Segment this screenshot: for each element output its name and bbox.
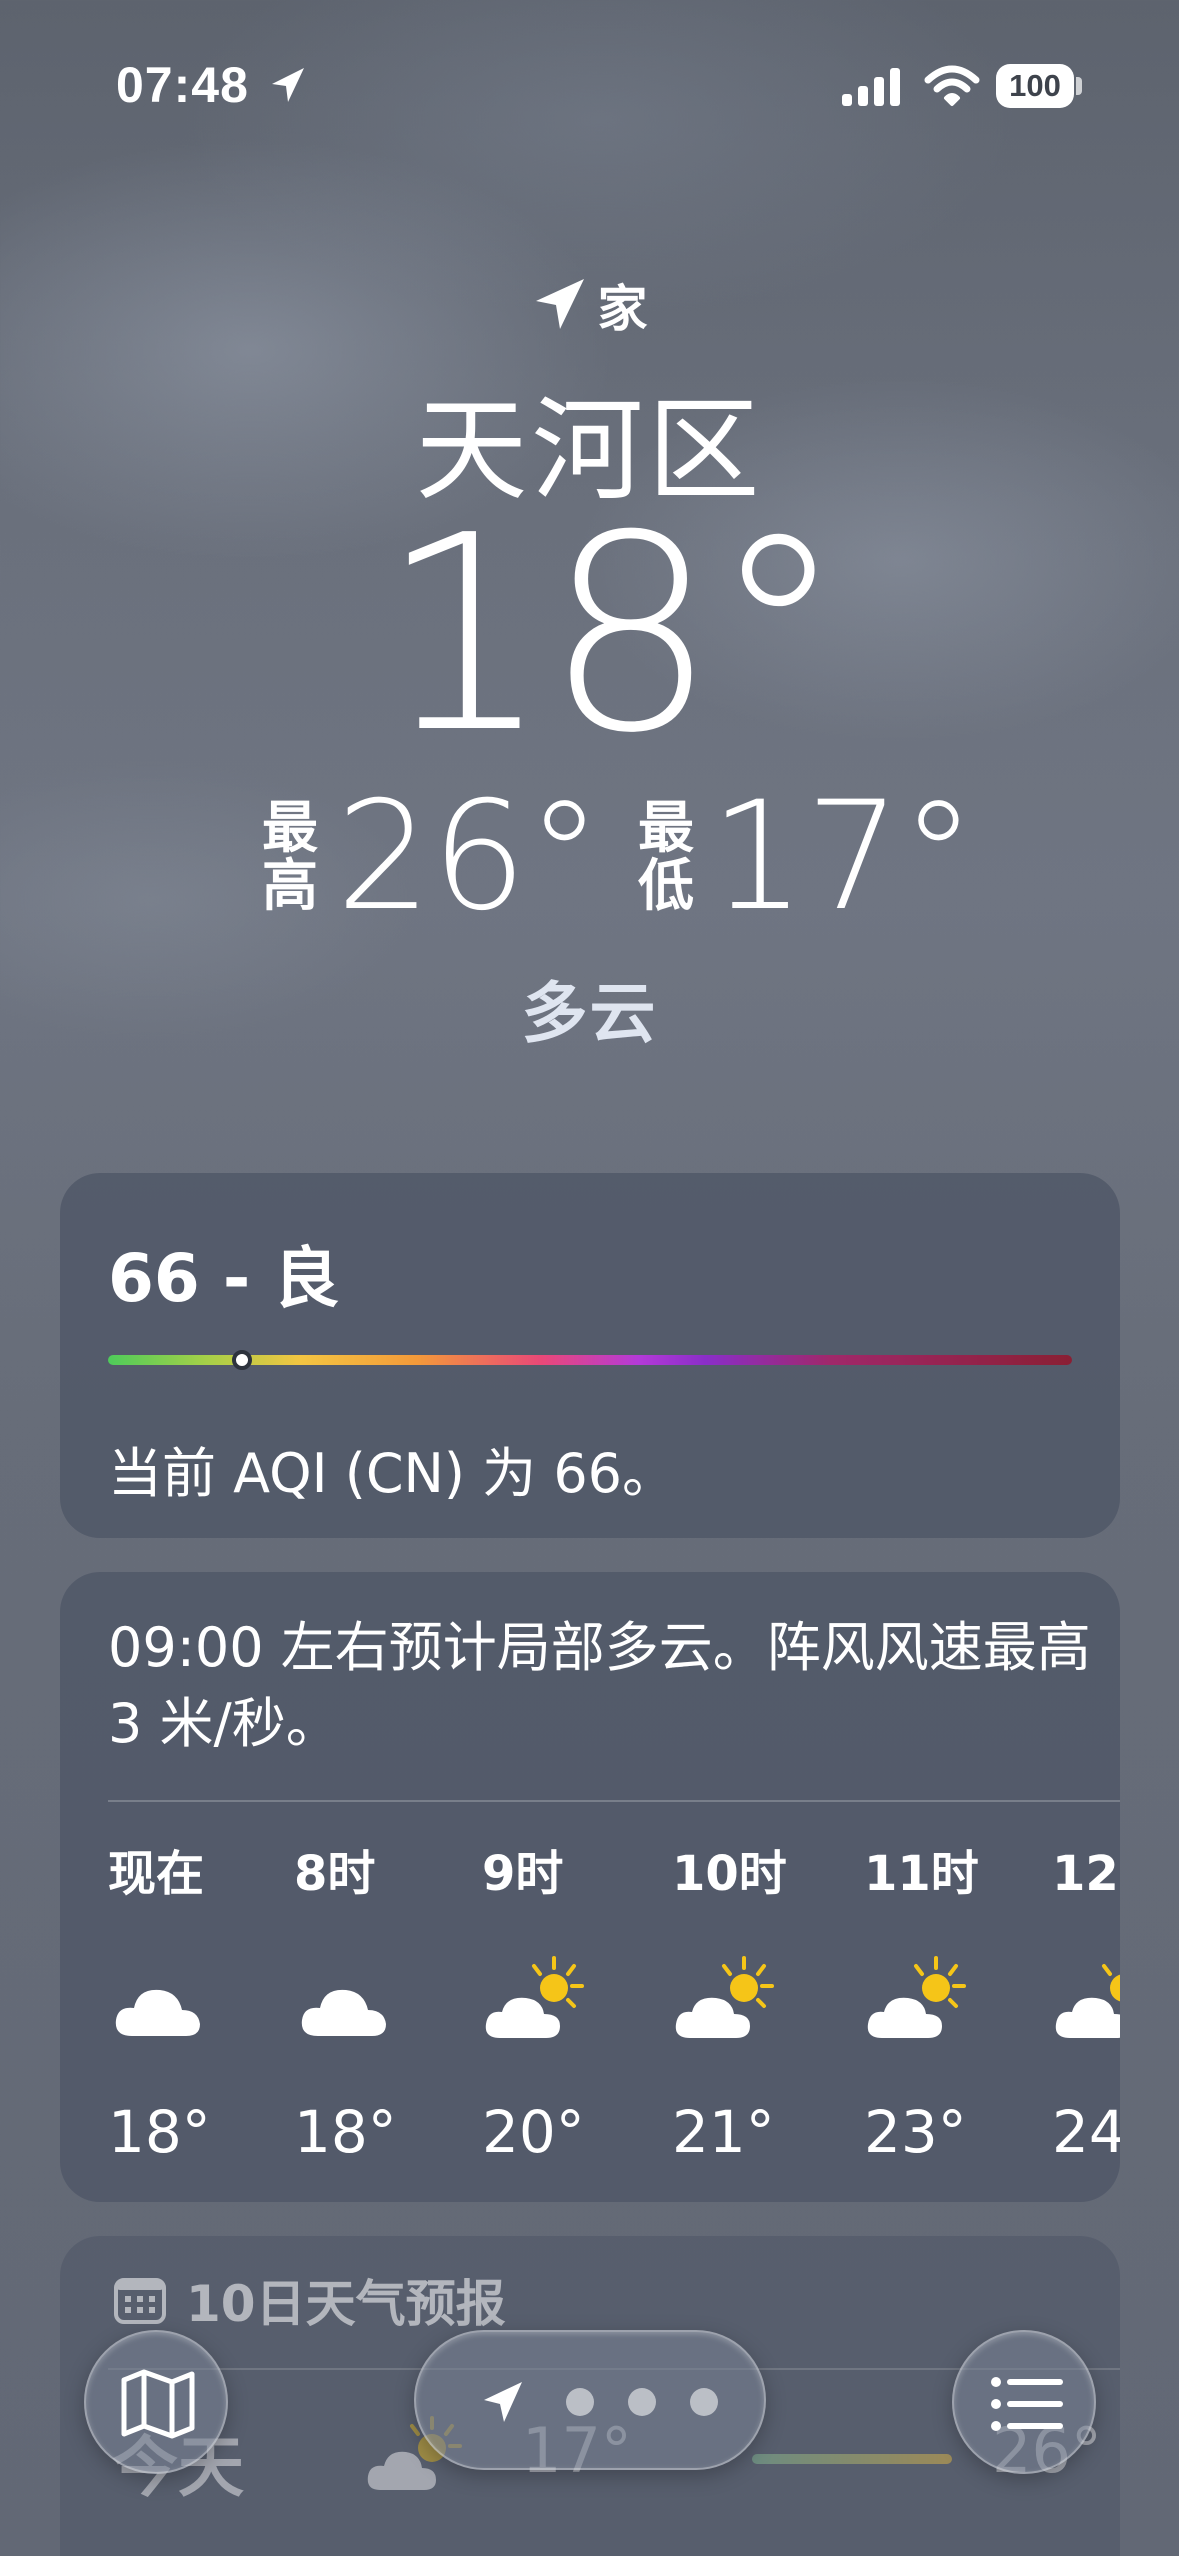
hour-label: 11时: [864, 1846, 979, 1902]
location-pager[interactable]: [414, 2330, 766, 2470]
hourly-forecast-card[interactable]: 09:00 左右预计局部多云。阵风风速最高 3 米/秒。 现在 18° 8时 18° 9…: [60, 1572, 1120, 2202]
high-temperature: 26°: [336, 770, 602, 944]
partly-sunny-icon: [675, 1956, 774, 2038]
aqi-scale-bar: [108, 1355, 1072, 1365]
aqi-value: 66 - 良: [108, 1240, 340, 1317]
hour-temperature: 20°: [482, 2098, 585, 2166]
list-icon: [991, 2377, 1063, 2431]
page-dot[interactable]: [566, 2388, 594, 2416]
weather-condition: 多云: [521, 975, 658, 1052]
low-label: 最低: [636, 800, 696, 916]
hour-temperature: 24°: [1052, 2098, 1120, 2166]
hour-temperature: 18°: [294, 2098, 397, 2166]
page-dot[interactable]: [628, 2388, 656, 2416]
divider: [108, 1800, 1120, 1802]
forecast-range-bar: [752, 2454, 952, 2464]
wifi-icon: [924, 65, 980, 106]
partly-sunny-icon: [485, 1956, 584, 2038]
map-button[interactable]: [84, 2330, 228, 2474]
aqi-card[interactable]: 66 - 良 当前 AQI (CN) 为 66。: [60, 1173, 1120, 1538]
map-icon: [121, 2369, 195, 2439]
partly-sunny-icon: [1055, 1964, 1120, 2038]
hour-temperature: 23°: [864, 2098, 967, 2166]
hour-label: 8时: [294, 1846, 376, 1902]
hour-temperature: 18°: [108, 2098, 211, 2166]
aqi-indicator: [232, 1350, 252, 1370]
status-time: 07:48: [116, 57, 249, 113]
location-label-row: 家: [0, 270, 1179, 340]
location-arrow-icon: [272, 68, 304, 102]
cloud-icon: [301, 1989, 386, 2036]
hour-label: 9时: [482, 1846, 564, 1902]
high-label: 最高: [260, 800, 320, 916]
hour-label: 10时: [672, 1846, 787, 1902]
status-bar: 07:48 100: [0, 0, 1179, 170]
forecast-header: 10日天气预报: [112, 2264, 506, 2336]
location-arrow-icon: [535, 279, 584, 329]
page-dot[interactable]: [690, 2388, 718, 2416]
current-temperature: 18°: [379, 477, 846, 792]
battery-icon: 100: [996, 64, 1074, 108]
location-arrow-icon[interactable]: [480, 2378, 526, 2426]
signal-icon: [842, 68, 900, 106]
calendar-icon: [114, 2278, 166, 2324]
high-label-text: 最高: [262, 796, 318, 919]
low-label-text: 最低: [638, 796, 694, 919]
hourly-summary: 09:00 左右预计局部多云。阵风风速最高 3 米/秒。: [108, 1616, 1091, 1755]
hour-temperature: 21°: [672, 2098, 775, 2166]
hourly-list[interactable]: 现在 18° 8时 18° 9时 20° 10时 21° 11时 23° 12时 24°: [108, 1834, 1120, 2174]
hour-label: 现在: [108, 1846, 205, 1902]
list-button[interactable]: [952, 2330, 1096, 2474]
high-low: 最高 26° 最低 17°: [0, 782, 1179, 932]
forecast-title: 10日天气预报: [186, 2275, 506, 2333]
aqi-description: 当前 AQI (CN) 为 66。: [108, 1442, 677, 1505]
low-temperature: 17°: [710, 770, 976, 944]
partly-sunny-icon: [867, 1956, 966, 2038]
hour-label: 12时: [1052, 1846, 1120, 1902]
location-label: 家: [597, 280, 648, 338]
cloud-icon: [115, 1989, 200, 2036]
battery-tip: [1076, 77, 1082, 95]
